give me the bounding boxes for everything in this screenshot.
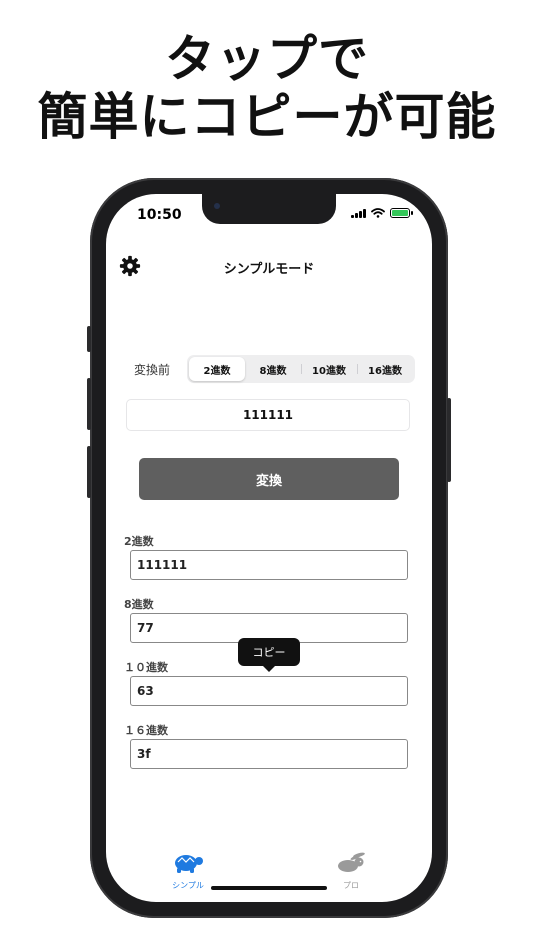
headline: タップで 簡単にコピーが可能 — [0, 30, 534, 146]
base-segmented-control: 2進数 8進数 10進数 16進数 — [187, 355, 415, 383]
turtle-icon — [175, 855, 203, 873]
convert-button[interactable]: 変換 — [139, 458, 399, 500]
segment-octal[interactable]: 8進数 — [245, 357, 301, 381]
tab-pro[interactable]: プロ — [321, 852, 381, 891]
result-label-hex: １６進数 — [124, 724, 168, 737]
nav-title: シンプルモード — [223, 262, 315, 277]
status-icons — [351, 208, 413, 218]
result-field-hex[interactable]: 3f — [130, 739, 408, 769]
headline-line-2: 簡単にコピーが可能 — [37, 88, 497, 146]
result-label-binary: 2進数 — [124, 535, 154, 548]
copy-tooltip[interactable]: コピー — [238, 638, 300, 672]
volume-down-button — [87, 446, 91, 498]
power-button — [447, 398, 451, 482]
headline-line-1: タップで — [165, 30, 369, 88]
signal-icon — [351, 208, 366, 218]
status-time: 10:50 — [137, 207, 182, 223]
segment-decimal[interactable]: 10進数 — [301, 357, 357, 381]
result-label-decimal: １０進数 — [124, 661, 168, 674]
wifi-icon — [371, 208, 385, 218]
battery-icon — [390, 208, 413, 218]
tab-simple[interactable]: シンプル — [158, 852, 218, 891]
rabbit-icon — [338, 852, 365, 872]
phone-screen: 10:50 シンプルモード 変換前 2進数 8進数 10進数 16進数 1111… — [106, 194, 432, 902]
camera-icon — [214, 203, 220, 209]
home-indicator — [211, 886, 327, 890]
before-label: 変換前 — [134, 363, 171, 377]
tab-pro-label: プロ — [343, 881, 359, 890]
number-input[interactable]: 111111 — [126, 399, 410, 431]
mute-switch — [87, 326, 91, 352]
volume-up-button — [87, 378, 91, 430]
result-field-binary[interactable]: 111111 — [130, 550, 408, 580]
notch — [202, 194, 336, 224]
segment-binary[interactable]: 2進数 — [189, 357, 245, 381]
result-field-decimal[interactable]: 63 — [130, 676, 408, 706]
tab-simple-label: シンプル — [172, 881, 204, 890]
result-label-octal: 8進数 — [124, 598, 154, 611]
phone-frame: 10:50 シンプルモード 変換前 2進数 8進数 10進数 16進数 1111… — [87, 178, 451, 918]
segment-hex[interactable]: 16進数 — [357, 357, 413, 381]
